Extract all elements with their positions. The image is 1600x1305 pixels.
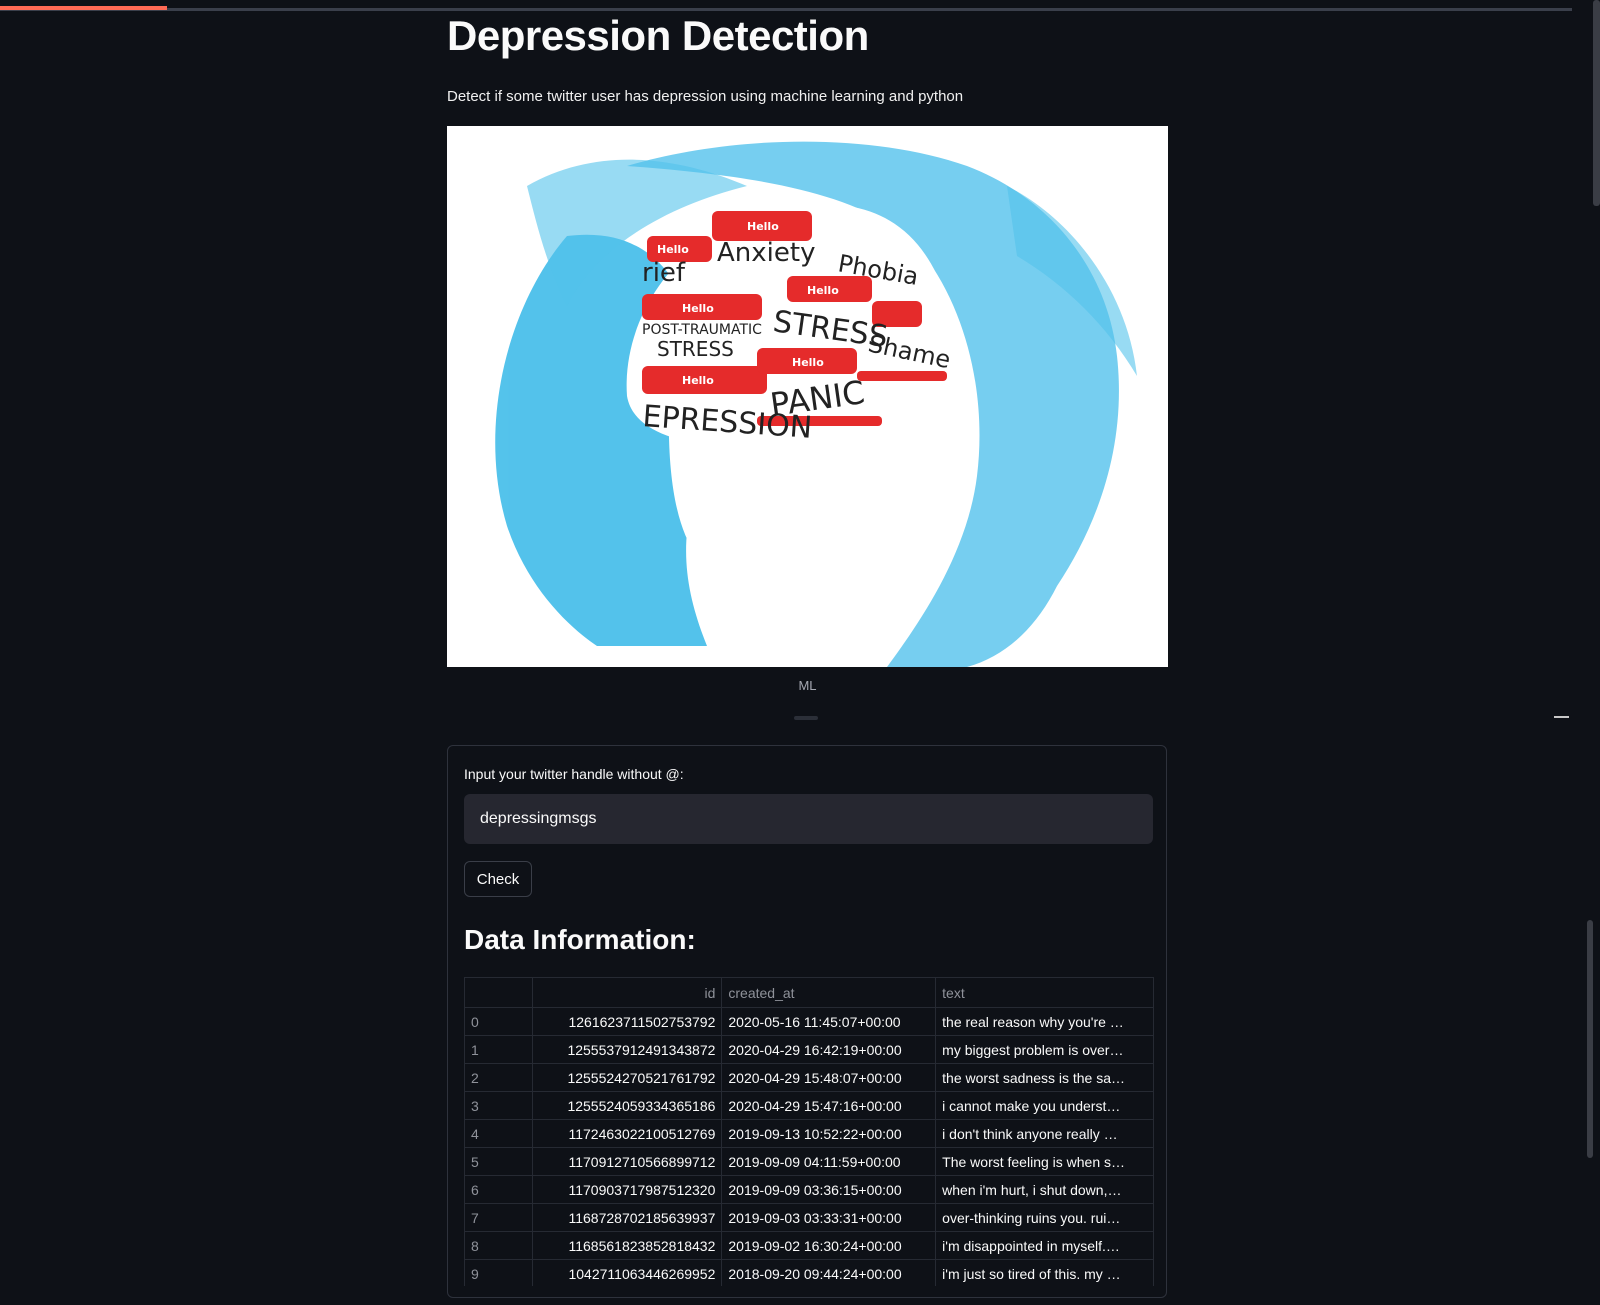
check-button[interactable]: Check	[464, 861, 532, 897]
text-cell[interactable]: the real reason why you're …	[935, 1007, 1154, 1036]
table-row[interactable]: 3 1255524059334365186 2020-04-29 15:47:16+…	[464, 1091, 1154, 1120]
svg-text:POST-TRAUMATIC: POST-TRAUMATIC	[642, 322, 762, 338]
page-subtitle: Detect if some twitter user has depressi…	[447, 88, 964, 105]
id-cell[interactable]: 1170912710566899712	[531, 1147, 723, 1176]
row-index: 0	[464, 1007, 533, 1036]
svg-text:Anxiety: Anxiety	[717, 238, 815, 268]
svg-text:Hello: Hello	[807, 284, 839, 297]
table-row[interactable]: 2 1255524270521761792 2020-04-29 15:48:07+…	[464, 1063, 1154, 1092]
created-at-cell[interactable]: 2020-04-29 15:47:16+00:00	[721, 1091, 937, 1120]
hello-tag: Hello	[747, 220, 779, 233]
text-cell[interactable]: when i'm hurt, i shut down,…	[935, 1175, 1154, 1204]
head-illustration: Hello Hello Hello Hello Hello Hello Anxi…	[447, 126, 1168, 667]
row-index: 8	[464, 1231, 533, 1260]
created-at-cell[interactable]: 2019-09-09 04:11:59+00:00	[721, 1147, 937, 1176]
id-cell[interactable]: 1168561823852818432	[531, 1231, 723, 1260]
row-index: 5	[464, 1147, 533, 1176]
loading-progress-bar	[0, 6, 167, 10]
text-cell[interactable]: the worst sadness is the sa…	[935, 1063, 1154, 1092]
id-cell[interactable]: 1042711063446269952	[531, 1259, 723, 1286]
id-cell[interactable]: 1255524059334365186	[531, 1091, 723, 1120]
table-row[interactable]: 1 1255537912491343872 2020-04-29 16:42:19+…	[464, 1035, 1154, 1064]
svg-text:Hello: Hello	[792, 356, 824, 369]
table-row[interactable]: 8 1168561823852818432 2019-09-02 16:30:24+…	[464, 1231, 1154, 1260]
table-row[interactable]: 0 1261623711502753792 2020-05-16 11:45:07+…	[464, 1007, 1154, 1036]
svg-text:Hello: Hello	[657, 243, 689, 256]
text-cell[interactable]: i don't think anyone really …	[935, 1119, 1154, 1148]
id-cell[interactable]: 1172463022100512769	[531, 1119, 723, 1148]
text-cell[interactable]: The worst feeling is when s…	[935, 1147, 1154, 1176]
created-at-cell[interactable]: 2018-09-20 09:44:24+00:00	[721, 1259, 937, 1286]
top-decoration-bar	[0, 8, 1572, 11]
table-row[interactable]: 4 1172463022100512769 2019-09-13 10:52:22+…	[464, 1119, 1154, 1148]
hero-image: Hello Hello Hello Hello Hello Hello Anxi…	[447, 126, 1168, 667]
row-index: 7	[464, 1203, 533, 1232]
created-at-cell[interactable]: 2020-04-29 15:48:07+00:00	[721, 1063, 937, 1092]
created-at-cell[interactable]: 2020-05-16 11:45:07+00:00	[721, 1007, 937, 1036]
collapse-dash-icon[interactable]	[1554, 716, 1569, 718]
data-table[interactable]: id created_at text 0 1261623711502753792 2…	[464, 977, 1154, 1286]
id-column-header[interactable]: id	[531, 977, 723, 1008]
id-cell[interactable]: 1255524270521761792	[531, 1063, 723, 1092]
created-at-cell[interactable]: 2019-09-13 10:52:22+00:00	[721, 1119, 937, 1148]
row-index: 4	[464, 1119, 533, 1148]
table-row[interactable]: 9 1042711063446269952 2018-09-20 09:44:24+…	[464, 1259, 1154, 1286]
text-cell[interactable]: i'm disappointed in myself.…	[935, 1231, 1154, 1260]
svg-text:rief: rief	[642, 258, 686, 288]
twitter-form: Input your twitter handle without @: Che…	[447, 745, 1167, 1298]
row-index: 9	[464, 1259, 533, 1286]
index-column-header[interactable]	[464, 977, 533, 1008]
svg-text:Hello: Hello	[682, 374, 714, 387]
svg-text:STRESS: STRESS	[657, 337, 734, 361]
created-at-cell[interactable]: 2019-09-03 03:33:31+00:00	[721, 1203, 937, 1232]
id-cell[interactable]: 1168728702185639937	[531, 1203, 723, 1232]
image-caption: ML	[798, 678, 817, 693]
text-cell[interactable]: over-thinking ruins you. rui…	[935, 1203, 1154, 1232]
table-row[interactable]: 7 1168728702185639937 2019-09-03 03:33:31+…	[464, 1203, 1154, 1232]
id-cell[interactable]: 1261623711502753792	[531, 1007, 723, 1036]
page-scrollbar-thumb[interactable]	[1593, 0, 1600, 206]
handle-field-label: Input your twitter handle without @:	[464, 766, 684, 782]
created-at-cell[interactable]: 2020-04-29 16:42:19+00:00	[721, 1035, 937, 1064]
table-header-row: id created_at text	[464, 977, 1154, 1008]
table-row[interactable]: 5 1170912710566899712 2019-09-09 04:11:59+…	[464, 1147, 1154, 1176]
text-column-header[interactable]: text	[935, 977, 1154, 1008]
row-index: 3	[464, 1091, 533, 1120]
row-index: 1	[464, 1035, 533, 1064]
table-scrollbar-thumb[interactable]	[1587, 920, 1593, 1158]
data-information-heading: Data Information:	[464, 924, 696, 955]
text-cell[interactable]: i cannot make you underst…	[935, 1091, 1154, 1120]
table-row[interactable]: 6 1170903717987512320 2019-09-09 03:36:15+…	[464, 1175, 1154, 1204]
id-cell[interactable]: 1255537912491343872	[531, 1035, 723, 1064]
handle-input[interactable]	[464, 794, 1153, 844]
section-divider	[794, 716, 818, 720]
created-at-column-header[interactable]: created_at	[721, 977, 937, 1008]
row-index: 6	[464, 1175, 533, 1204]
page-title: Depression Detection	[447, 12, 869, 59]
text-cell[interactable]: my biggest problem is over…	[935, 1035, 1154, 1064]
created-at-cell[interactable]: 2019-09-02 16:30:24+00:00	[721, 1231, 937, 1260]
text-cell[interactable]: i'm just so tired of this. my …	[935, 1259, 1154, 1286]
created-at-cell[interactable]: 2019-09-09 03:36:15+00:00	[721, 1175, 937, 1204]
svg-text:Hello: Hello	[682, 302, 714, 315]
row-index: 2	[464, 1063, 533, 1092]
id-cell[interactable]: 1170903717987512320	[531, 1175, 723, 1204]
